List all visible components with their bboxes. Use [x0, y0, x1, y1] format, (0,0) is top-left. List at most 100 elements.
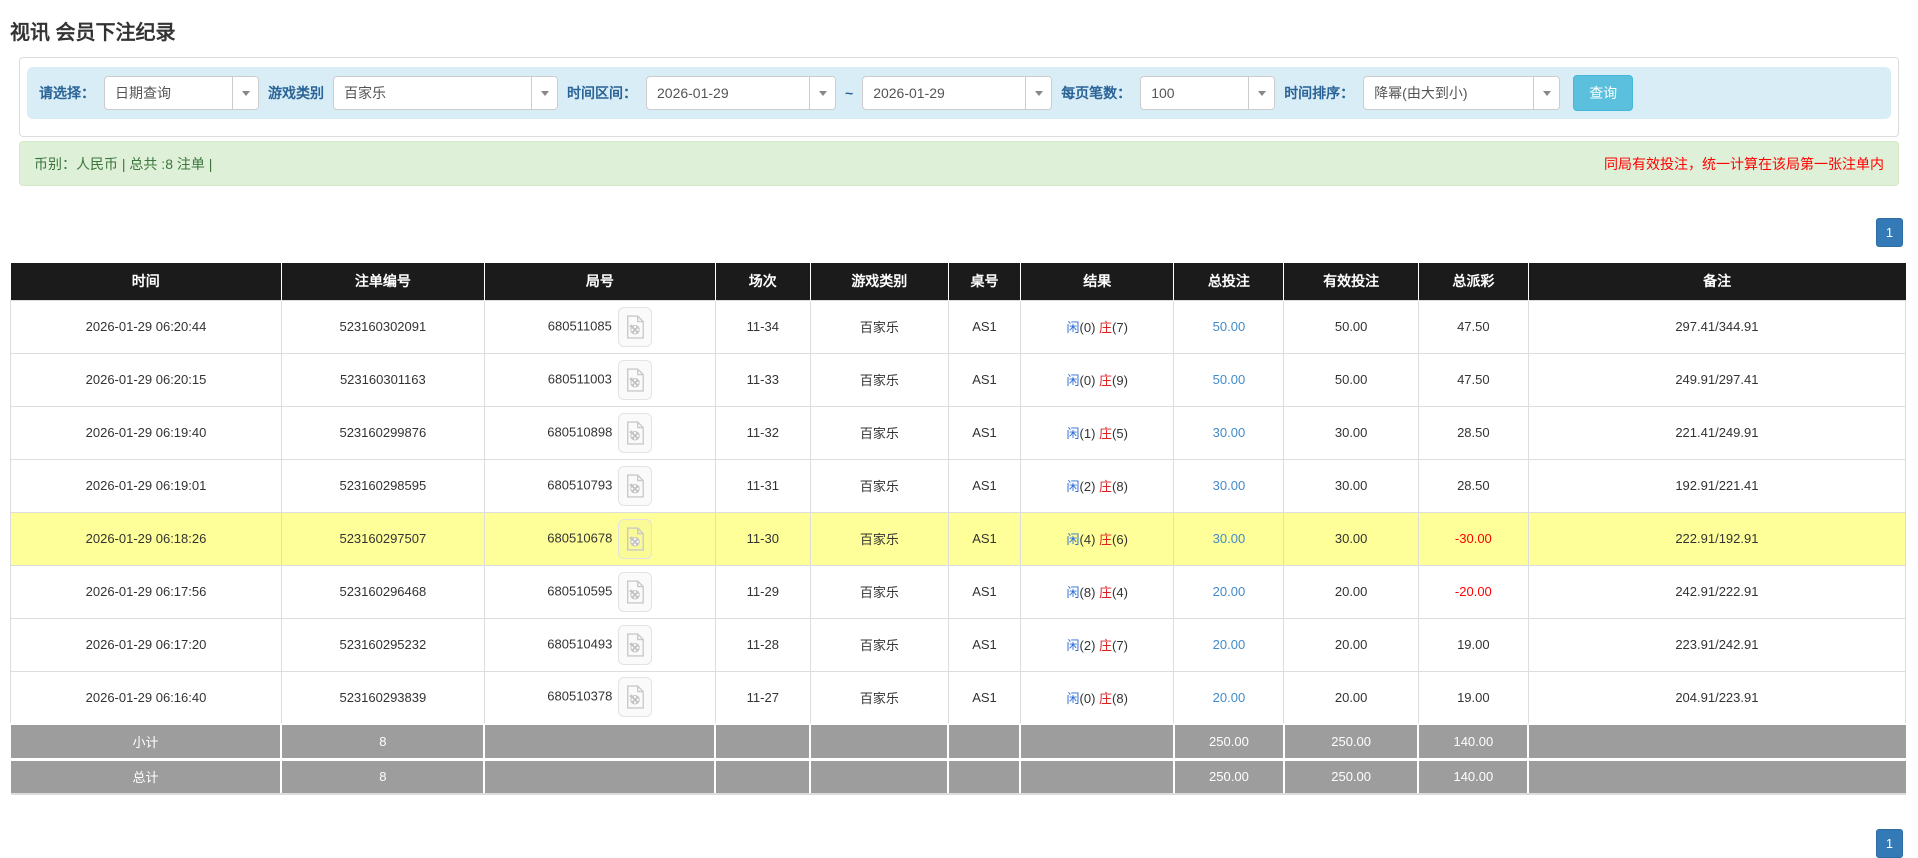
time-sort-value: 降幂(由大到小) — [1374, 85, 1468, 101]
result-player: 闲 — [1066, 479, 1080, 494]
payout-value: 19.00 — [1457, 689, 1490, 705]
video-replay-button[interactable] — [618, 518, 653, 559]
payout-value: 47.50 — [1457, 319, 1490, 334]
cell-round-no: 680510493 — [483, 617, 716, 672]
total-bet-link[interactable]: 20.00 — [1213, 690, 1246, 705]
cell-table-no: AS1 — [947, 405, 1021, 460]
video-replay-button[interactable] — [618, 624, 653, 665]
cell-valid-bet: 20.00 — [1283, 670, 1419, 725]
query-type-select[interactable]: 日期查询 — [104, 76, 259, 110]
chevron-down-icon[interactable] — [1025, 77, 1052, 109]
table-row: 2026-01-29 06:20:15 523160301163 6805110… — [10, 352, 1907, 407]
cell-bet-no: 523160299876 — [280, 405, 485, 460]
round-no-text: 680511085 — [547, 317, 612, 333]
chevron-down-icon[interactable] — [531, 77, 557, 109]
date-from-select[interactable]: 2026-01-29 — [646, 76, 836, 110]
cell-table-no: AS1 — [947, 670, 1021, 725]
footer-empty-cell — [714, 723, 811, 759]
grand-total-total-bet: 250.00 — [1172, 757, 1284, 795]
time-sort-select[interactable]: 降幂(由大到小) — [1363, 76, 1561, 110]
cell-bet-no: 523160295232 — [280, 617, 485, 672]
header-game-type: 游戏类别 — [809, 263, 949, 300]
result-banker: 庄 — [1099, 373, 1113, 388]
game-type-select[interactable]: 百家乐 — [333, 76, 558, 110]
grand-total-valid-bet: 250.00 — [1282, 757, 1419, 795]
round-no-text: 680510678 — [547, 529, 613, 545]
result-banker: 庄 — [1099, 532, 1113, 547]
cell-payout: 19.00 — [1417, 670, 1529, 725]
date-to-value: 2026-01-29 — [873, 85, 945, 101]
cell-round-no: 680510793 — [483, 458, 716, 513]
result-player: 闲 — [1066, 638, 1080, 653]
header-session: 场次 — [714, 263, 811, 300]
result-player-count: (0) — [1079, 373, 1096, 388]
cell-valid-bet: 30.00 — [1283, 458, 1419, 513]
cell-payout: 47.50 — [1417, 299, 1529, 354]
total-bet-link[interactable]: 30.00 — [1213, 425, 1246, 440]
cell-valid-bet: 30.00 — [1283, 511, 1419, 566]
summary-bar: 币别：人民币 | 总共 :8 注单 | 同局有效投注，统一计算在该局第一张注单内 — [19, 141, 1899, 186]
footer-empty-cell — [809, 757, 949, 795]
cell-payout: 47.50 — [1417, 352, 1529, 407]
cell-time: 2026-01-29 06:18:26 — [10, 511, 282, 566]
header-table-no: 桌号 — [947, 263, 1021, 300]
total-bet-link[interactable]: 20.00 — [1213, 637, 1246, 652]
cell-table-no: AS1 — [947, 352, 1021, 407]
result-player-count: (2) — [1079, 479, 1096, 494]
result-player-count: (4) — [1079, 532, 1096, 547]
cell-time: 2026-01-29 06:19:40 — [10, 405, 282, 460]
result-banker-count: (6) — [1112, 532, 1128, 547]
pagination-page-1-bottom[interactable]: 1 — [1876, 829, 1903, 858]
chevron-down-icon[interactable] — [1533, 77, 1560, 109]
search-button[interactable]: 查询 — [1573, 75, 1634, 111]
cell-payout: 28.50 — [1417, 458, 1529, 513]
cell-round-no: 680510378 — [483, 670, 716, 725]
header-total-bet: 总投注 — [1173, 263, 1284, 300]
cell-result: 闲(0) 庄(7) — [1019, 299, 1175, 354]
cell-table-no: AS1 — [947, 299, 1021, 354]
pagination-page-1-top[interactable]: 1 — [1876, 218, 1903, 247]
cell-note: 192.91/221.41 — [1527, 458, 1907, 513]
header-total-payout: 总派彩 — [1417, 263, 1529, 300]
table-row: 2026-01-29 06:17:20 523160295232 6805104… — [10, 617, 1907, 672]
cell-time: 2026-01-29 06:16:40 — [10, 670, 282, 725]
chevron-down-icon[interactable] — [809, 77, 835, 109]
currency-total-text: 币别：人民币 | 总共 :8 注单 | — [34, 155, 213, 172]
video-replay-button[interactable] — [618, 677, 653, 718]
subtotal-label: 小计 — [10, 723, 282, 759]
chevron-down-icon[interactable] — [232, 77, 258, 109]
video-replay-button[interactable] — [617, 306, 652, 347]
date-to-select[interactable]: 2026-01-29 — [862, 76, 1053, 110]
result-banker-count: (4) — [1112, 585, 1128, 600]
round-no-text: 680510493 — [547, 635, 613, 651]
video-replay-button[interactable] — [618, 465, 653, 506]
footer-empty-cell — [483, 757, 716, 795]
cell-time: 2026-01-29 06:17:56 — [10, 564, 282, 619]
total-bet-link[interactable]: 30.00 — [1213, 531, 1246, 546]
filter-bar: 请选择： 日期查询 游戏类别 百家乐 时间区间： 2026-01-29 ~ 20… — [27, 67, 1891, 119]
video-replay-button[interactable] — [618, 571, 653, 612]
per-page-select[interactable]: 100 — [1140, 76, 1276, 110]
chevron-down-icon[interactable] — [1248, 77, 1275, 109]
time-sort-label: 时间排序： — [1284, 85, 1355, 101]
cell-total-bet: 20.00 — [1173, 564, 1285, 619]
footer-empty-cell — [809, 723, 949, 759]
result-player-count: (0) — [1079, 320, 1096, 335]
cell-result: 闲(0) 庄(8) — [1019, 670, 1175, 725]
total-bet-link[interactable]: 50.00 — [1213, 372, 1246, 387]
cell-game: 百家乐 — [809, 511, 949, 566]
table-header-row: 时间 注单编号 局号 场次 游戏类别 桌号 结果 总投注 有效投注 总派彩 备注 — [10, 263, 1906, 300]
round-no-text: 680510378 — [547, 688, 613, 704]
video-replay-button[interactable] — [618, 412, 653, 453]
cell-session: 11-31 — [714, 458, 811, 513]
total-bet-link[interactable]: 30.00 — [1213, 478, 1246, 493]
result-banker: 庄 — [1099, 426, 1113, 441]
cell-payout: -20.00 — [1417, 564, 1529, 619]
cell-game: 百家乐 — [809, 564, 949, 619]
video-replay-button[interactable] — [617, 359, 652, 400]
total-bet-link[interactable]: 20.00 — [1213, 584, 1246, 599]
total-bet-link[interactable]: 50.00 — [1213, 319, 1246, 334]
cell-time: 2026-01-29 06:20:44 — [10, 299, 282, 354]
subtotal-row: 小计 8 250.00 250.00 140.00 — [10, 723, 1906, 759]
footer-empty-cell — [483, 723, 716, 759]
